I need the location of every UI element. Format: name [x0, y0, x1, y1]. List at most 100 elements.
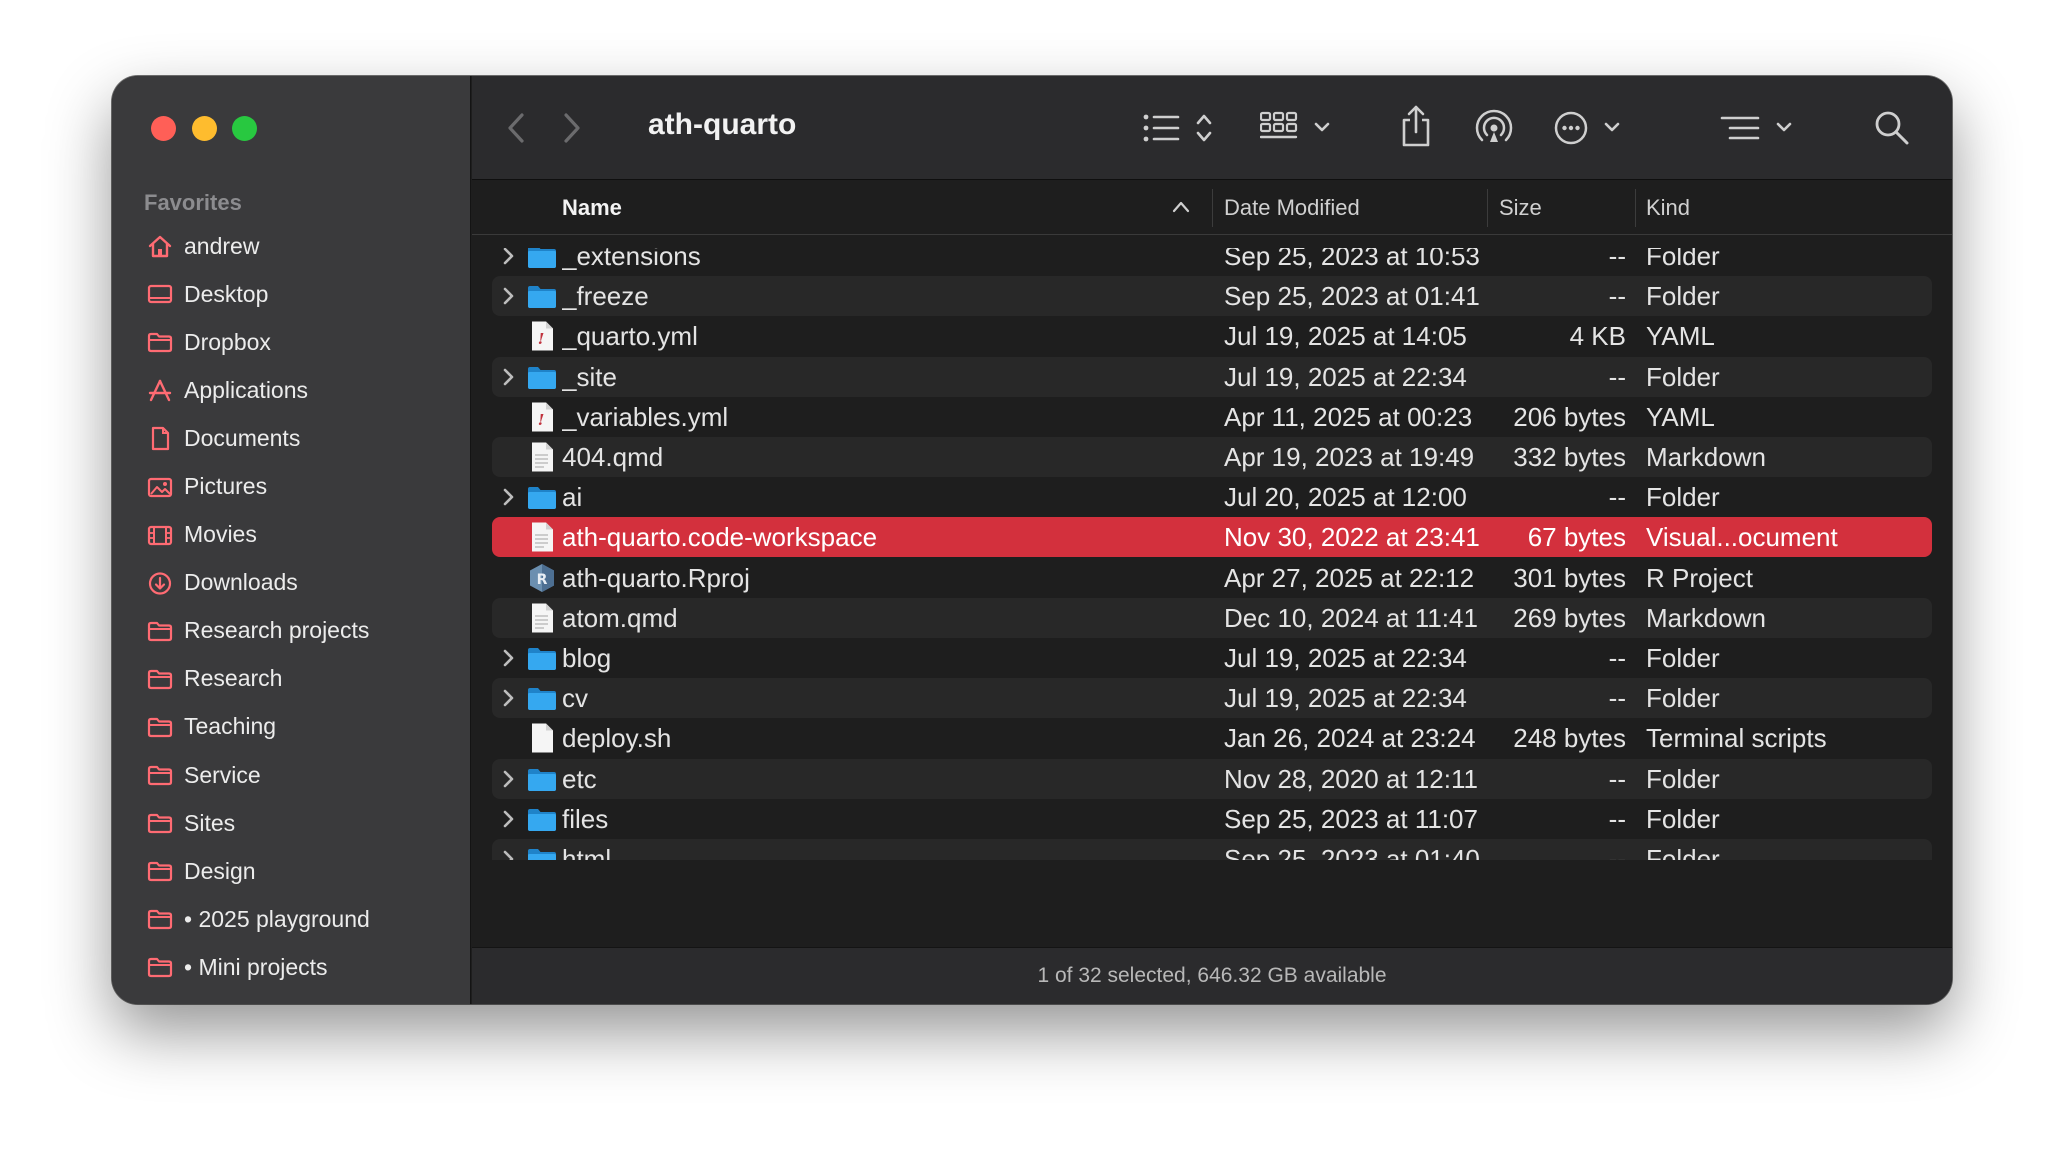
yaml-file-icon: ! [526, 401, 558, 433]
sidebar-item-label: Applications [184, 376, 309, 403]
folder-icon [526, 803, 558, 835]
file-row[interactable]: 404.qmd Apr 19, 2023 at 19:49 332 bytes Mar… [492, 437, 1932, 477]
airdrop-button[interactable] [1472, 106, 1516, 150]
sort-ascending-icon[interactable] [1172, 200, 1190, 214]
disclosure-chevron-icon[interactable] [496, 646, 520, 670]
downloads-icon [146, 570, 174, 596]
file-size: -- [1608, 763, 1626, 794]
disclosure-chevron-icon[interactable] [496, 248, 520, 268]
sidebar-item-service[interactable]: Service [112, 751, 470, 799]
folder-icon [146, 810, 174, 836]
sidebar-item-label: Desktop [184, 280, 269, 307]
chevron-right-icon [564, 113, 580, 143]
file-row[interactable]: ! _quarto.yml Jul 19, 2025 at 14:05 4 KB YA… [492, 316, 1932, 356]
sidebar-item-applications[interactable]: Applications [112, 366, 470, 414]
share-button[interactable] [1396, 102, 1436, 150]
file-size: -- [1608, 361, 1626, 392]
view-mode-button[interactable] [1140, 106, 1230, 150]
search-button[interactable] [1870, 106, 1914, 150]
disclosure-chevron-icon[interactable] [496, 284, 520, 308]
folder-row[interactable]: blog Jul 19, 2025 at 22:34 -- Folder [492, 638, 1932, 678]
sidebar-item-label: Pictures [184, 473, 268, 500]
forward-button[interactable] [552, 106, 592, 150]
folder-row[interactable]: _extensions Sep 25, 2023 at 10:53 -- Folder [492, 248, 1932, 276]
folder-icon [146, 858, 174, 884]
file-row[interactable]: R ath-quarto.Rproj Apr 27, 2025 at 22:12 3… [492, 558, 1932, 598]
file-name: ai [562, 482, 583, 513]
yaml-file-icon: ! [526, 320, 558, 352]
file-kind: Visual...ocument [1646, 522, 1838, 553]
sidebar-item-research-projects[interactable]: Research projects [112, 607, 470, 655]
file-row[interactable]: deploy.sh Jan 26, 2024 at 23:24 248 bytes T… [492, 718, 1932, 758]
column-separator [1635, 189, 1636, 227]
file-kind: Folder [1646, 844, 1720, 860]
close-window-button[interactable] [151, 116, 176, 141]
chevron-left-icon [508, 113, 524, 143]
column-header-date[interactable]: Date Modified [1224, 181, 1360, 235]
disclosure-chevron-icon[interactable] [496, 847, 520, 860]
file-name: ath-quarto.Rproj [562, 562, 750, 593]
folder-row[interactable]: _freeze Sep 25, 2023 at 01:41 -- Folder [492, 276, 1932, 317]
sidebar-item-label: Documents [184, 424, 301, 451]
disclosure-chevron-icon[interactable] [496, 807, 520, 831]
sidebar-item-andrew[interactable]: andrew [112, 222, 470, 270]
folder-row[interactable]: etc Nov 28, 2020 at 12:11 -- Folder [492, 758, 1932, 799]
file-size: 248 bytes [1513, 723, 1626, 754]
disclosure-chevron-icon[interactable] [496, 686, 520, 710]
folder-row[interactable]: _site Jul 19, 2025 at 22:34 -- Folder [492, 356, 1932, 397]
sidebar-item-teaching[interactable]: Teaching [112, 703, 470, 751]
file-name: blog [562, 643, 612, 673]
sidebar-item-dropbox[interactable]: Dropbox [112, 318, 470, 366]
file-date-modified: Dec 10, 2024 at 11:41 [1224, 602, 1478, 633]
file-date-modified: Jan 26, 2024 at 23:24 [1224, 723, 1476, 754]
back-button[interactable] [496, 106, 536, 150]
sidebar-item-label: Teaching [184, 713, 277, 740]
sidebar-item-pictures[interactable]: Pictures [112, 462, 470, 510]
sidebar-item-design[interactable]: Design [112, 847, 470, 895]
search-icon [1875, 111, 1909, 145]
sidebar-item-sites[interactable]: Sites [112, 799, 470, 847]
file-name: cv [562, 683, 588, 714]
file-name: etc [562, 763, 597, 794]
file-row[interactable]: ! _variables.yml Apr 11, 2025 at 00:23 206… [492, 397, 1932, 437]
column-header-size[interactable]: Size [1499, 181, 1542, 235]
file-name: _extensions [562, 248, 701, 271]
zoom-window-button[interactable] [232, 116, 257, 141]
sidebar-item-desktop[interactable]: Desktop [112, 270, 470, 318]
sidebar-item-mini-projects[interactable]: • Mini projects [112, 943, 470, 991]
column-header-kind[interactable]: Kind [1646, 181, 1690, 235]
file-name: atom.qmd [562, 602, 678, 633]
action-menu-button[interactable] [1552, 106, 1628, 150]
sidebar-item-downloads[interactable]: Downloads [112, 559, 470, 607]
file-row[interactable]: atom.qmd Dec 10, 2024 at 11:41 269 bytes Ma… [492, 597, 1932, 638]
applications-icon [146, 377, 174, 403]
home-icon [146, 233, 174, 259]
file-kind: Markdown [1646, 442, 1766, 472]
folder-row[interactable]: ai Jul 20, 2025 at 12:00 -- Folder [492, 477, 1932, 517]
disclosure-chevron-icon[interactable] [496, 365, 520, 389]
file-name: files [562, 803, 609, 834]
file-size: -- [1608, 643, 1626, 673]
column-header-name[interactable]: Name [562, 181, 622, 235]
file-kind: Folder [1646, 281, 1720, 312]
file-date-modified: Jul 19, 2025 at 22:34 [1224, 683, 1467, 714]
file-list: _extensions Sep 25, 2023 at 10:53 -- Folder… [472, 248, 1952, 860]
file-row[interactable]: ath-quarto.code-workspace Nov 30, 2022 at… [492, 517, 1932, 558]
minimize-window-button[interactable] [192, 116, 217, 141]
sidebar-item-movies[interactable]: Movies [112, 511, 470, 559]
disclosure-chevron-icon[interactable] [496, 485, 520, 509]
sidebar-item-documents[interactable]: Documents [112, 414, 470, 462]
folder-icon [146, 954, 174, 980]
folder-row[interactable]: html Sep 25, 2023 at 01:40 -- Folder [492, 839, 1932, 860]
disclosure-chevron-icon[interactable] [496, 767, 520, 791]
sidebar-item-research[interactable]: Research [112, 655, 470, 703]
sidebar-options-button[interactable] [1718, 106, 1802, 150]
sidebar-item-development[interactable]: Development [112, 992, 470, 1004]
folder-row[interactable]: files Sep 25, 2023 at 11:07 -- Folder [492, 799, 1932, 839]
sidebar-item-label: Sites [184, 809, 236, 836]
sidebar-item-2025-playground[interactable]: • 2025 playground [112, 895, 470, 943]
folder-row[interactable]: cv Jul 19, 2025 at 22:34 -- Folder [492, 678, 1932, 719]
sidebar-item-label: • Mini projects [184, 953, 328, 980]
group-button[interactable] [1258, 106, 1338, 150]
sidebar-item-label: Research [184, 665, 283, 692]
